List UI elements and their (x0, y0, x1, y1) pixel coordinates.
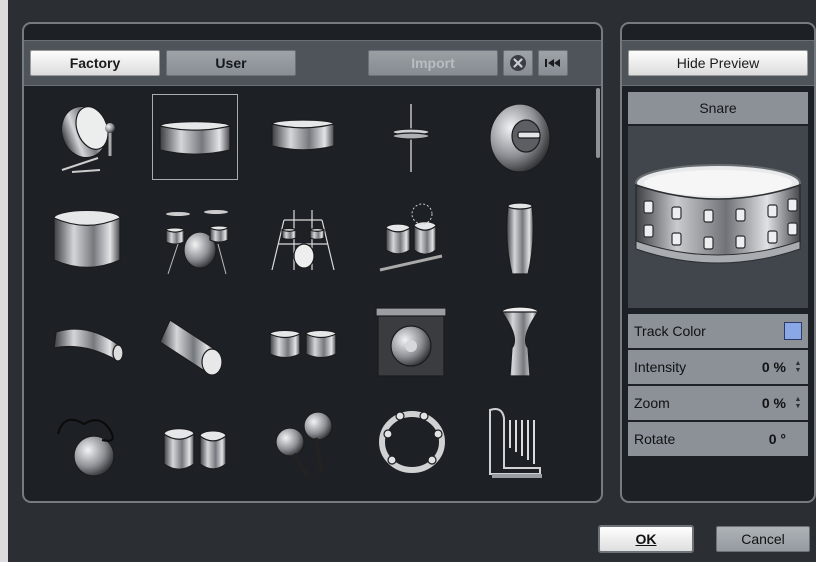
hi-hat-icon (392, 104, 430, 172)
icon-browser-panel: Factory User Import (22, 22, 603, 503)
maracas-icon (275, 411, 333, 478)
instrument-name: Snare (628, 92, 808, 124)
clear-button[interactable] (503, 50, 533, 76)
cymbal-icon (489, 103, 551, 173)
instrument-tile-hi-hat[interactable] (368, 94, 454, 180)
instrument-tile-drum-kit-large[interactable] (260, 196, 346, 282)
chevron-up-icon[interactable]: ▲ (795, 396, 802, 403)
bongos-icon (269, 329, 337, 359)
track-color-row[interactable]: Track Color (628, 314, 808, 348)
chevron-down-icon[interactable]: ▼ (795, 403, 802, 410)
world-percussion-kit-icon (379, 203, 443, 272)
scrollbar-thumb[interactable] (596, 88, 600, 158)
preview-image (628, 126, 808, 308)
instrument-icon-grid (44, 94, 592, 494)
preview-toolbar: Hide Preview (622, 40, 814, 86)
bass-drum-with-pedal-icon (60, 105, 115, 173)
hide-preview-button[interactable]: Hide Preview (628, 50, 808, 76)
rotate-value[interactable]: 0 ° (769, 431, 786, 447)
zoom-label: Zoom (634, 395, 670, 411)
dhol-icon (159, 319, 223, 376)
intensity-row: Intensity 0 % ▲ ▼ (628, 350, 808, 384)
instrument-tile-floor-tom[interactable] (44, 196, 130, 282)
chevron-up-icon[interactable]: ▲ (795, 360, 802, 367)
snare-drum-icon (635, 164, 801, 264)
chevron-down-icon[interactable]: ▼ (795, 367, 802, 374)
x-circle-icon (510, 55, 526, 71)
scrollbar[interactable] (596, 88, 600, 496)
ok-label: OK (635, 531, 657, 547)
ok-button[interactable]: OK (598, 525, 694, 553)
shaker-gourd-icon (57, 418, 115, 477)
instrument-tile-world-percussion-kit[interactable] (368, 196, 454, 282)
instrument-tile-chimes[interactable] (476, 400, 562, 486)
conga-icon (506, 202, 534, 275)
rewind-button[interactable] (538, 50, 568, 76)
zoom-value[interactable]: 0 % (762, 395, 786, 411)
instrument-tile-bongos[interactable] (260, 298, 346, 384)
tab-factory[interactable]: Factory (30, 50, 160, 76)
drum-kit-large-icon (271, 210, 335, 271)
chimes-icon (489, 408, 542, 478)
intensity-value[interactable]: 0 % (762, 359, 786, 375)
instrument-tile-tabla[interactable] (152, 400, 238, 486)
track-color-swatch[interactable] (784, 322, 802, 340)
instrument-tile-tambourine[interactable] (368, 400, 454, 486)
track-icon-dialog: Factory User Import Hide Preview Snare T… (8, 0, 816, 562)
cancel-button[interactable]: Cancel (716, 526, 810, 552)
tab-user[interactable]: User (166, 50, 296, 76)
djembe-icon (500, 306, 540, 377)
zoom-row: Zoom 0 % ▲ ▼ (628, 386, 808, 420)
intensity-stepper[interactable]: ▲ ▼ (794, 360, 802, 374)
rotate-label: Rotate (634, 431, 676, 447)
instrument-tile-snare-drum-wide[interactable] (152, 94, 238, 180)
cancel-label: Cancel (741, 531, 785, 547)
instrument-tile-snare-drum[interactable] (260, 94, 346, 180)
instrument-tile-shaker-gourd[interactable] (44, 400, 130, 486)
instrument-tile-dhol[interactable] (152, 298, 238, 384)
gong-icon (375, 307, 447, 377)
tabla-icon (163, 428, 227, 470)
instrument-tile-drum-kit[interactable] (152, 196, 238, 282)
zoom-stepper[interactable]: ▲ ▼ (794, 396, 802, 410)
floor-tom-icon (53, 209, 121, 268)
instrument-tile-maracas[interactable] (260, 400, 346, 486)
drum-kit-icon (165, 210, 229, 275)
preview-panel: Hide Preview Snare Track Color Intensity… (620, 22, 816, 503)
instrument-tile-djembe[interactable] (476, 298, 562, 384)
rotate-row: Rotate 0 ° (628, 422, 808, 456)
instrument-tile-dholak[interactable] (44, 298, 130, 384)
snare-drum-wide-icon (159, 121, 231, 155)
track-color-label: Track Color (634, 323, 706, 339)
instrument-tile-gong[interactable] (368, 298, 454, 384)
intensity-label: Intensity (634, 359, 687, 375)
instrument-tile-bass-drum-with-pedal[interactable] (44, 94, 130, 180)
dholak-icon (53, 328, 124, 362)
skip-back-icon (545, 59, 560, 67)
import-button[interactable]: Import (368, 50, 498, 76)
snare-drum-icon (271, 119, 335, 151)
tambourine-icon (379, 411, 445, 473)
instrument-tile-conga[interactable] (476, 196, 562, 282)
instrument-tile-cymbal[interactable] (476, 94, 562, 180)
browser-toolbar: Factory User Import (24, 40, 601, 86)
